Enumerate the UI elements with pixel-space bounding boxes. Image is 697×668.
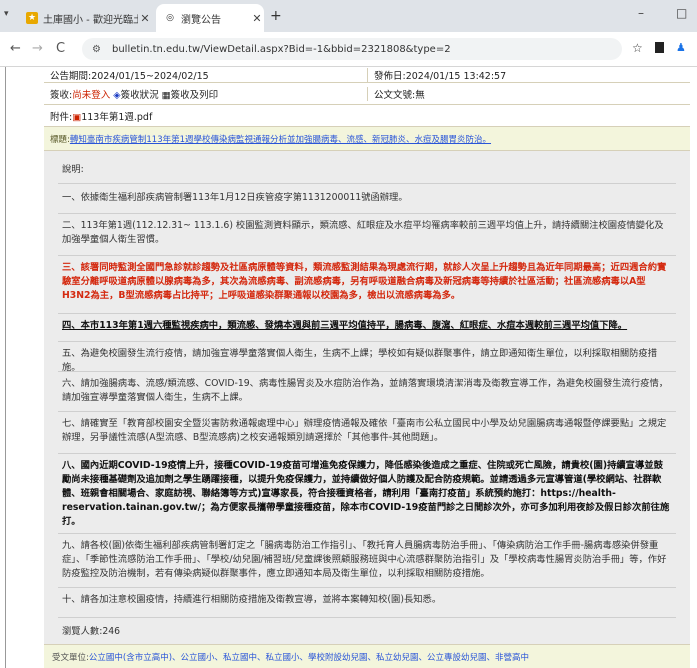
divider xyxy=(58,341,676,342)
minimize-button[interactable]: – xyxy=(638,6,644,20)
bookmark-star-icon[interactable]: ☆ xyxy=(632,41,643,55)
url-text: bulletin.tn.edu.tw/ViewDetail.aspx?Bid=-… xyxy=(112,43,451,55)
attachment-cell: 附件:▣113年第1週.pdf xyxy=(44,109,152,123)
notice-body: 說明: 一、依據衛生福利部疾病管制署113年1月12日疾管疫字第11312000… xyxy=(44,151,690,645)
paragraph-1: 一、依據衛生福利部疾病管制署113年1月12日疾管疫字第1131200011號函… xyxy=(62,192,408,203)
divider xyxy=(58,213,676,214)
sign-status-link[interactable]: 簽收狀況 xyxy=(121,90,159,101)
divider xyxy=(58,255,676,256)
globe-icon: ◎ xyxy=(166,13,174,23)
tab-strip: ▾ ★ 土庫國小 - 歡迎光臨土庫國小 ✕ ◎ 瀏覽公告 ✕ + – □ xyxy=(0,0,697,32)
period-text: 公告期間:2024/01/15~2024/02/15 xyxy=(50,70,209,82)
pdf-icon: ▣ xyxy=(72,111,82,123)
paragraph-7: 七、請確實至「教育部校園安全暨災害防救通報處理中心」辦理疫情通報及確依「臺南市公… xyxy=(62,418,667,443)
audience-row: 受文單位: 公立國中(含市立高中)、公立國小、私立國中、私立國小、學校附設幼兒園… xyxy=(44,644,690,668)
paragraph-9: 九、請各校(園)依衛生福利部疾病管制署訂定之「腸病毒防治工作指引」、「教托育人員… xyxy=(62,540,667,579)
new-tab-button[interactable]: + xyxy=(270,8,282,24)
login-link[interactable]: 尚未登入 xyxy=(72,90,110,101)
paragraph-6: 六、請加強腸病毒、流感/類流感、COVID-19、病毒性腸胃炎及水痘防治作為，並… xyxy=(62,378,669,403)
paragraph-2: 二、113年第1週(112.12.31~ 113.1.6) 校園監測資料顯示，類… xyxy=(62,220,664,245)
paragraph-10: 十、請各加注意校園疫情，持續進行相關防疫措施及衛教宣導，並將本案轉知校(園)長知… xyxy=(62,594,442,605)
divider xyxy=(58,313,676,314)
sign-status-icon: ◈ xyxy=(113,89,121,101)
url-input[interactable]: ⚙ bulletin.tn.edu.tw/ViewDetail.aspx?Bid… xyxy=(82,38,622,60)
divider xyxy=(58,183,676,184)
topic-row: 標題:轉知臺南市疾病管制113年第1週學校傳染病監視通報分析並加強腸病毒、流感、… xyxy=(44,127,690,151)
divider xyxy=(58,371,676,372)
divider xyxy=(58,587,676,588)
divider xyxy=(58,411,676,412)
attachment-link[interactable]: 113年第1週.pdf xyxy=(81,112,152,123)
reload-icon[interactable]: C xyxy=(56,41,65,56)
sign-cell: 簽收:尚未登入 ◈簽收狀況 ▦簽收及列印 xyxy=(44,87,367,101)
tab-label: 土庫國小 - 歡迎光臨土庫國小 xyxy=(43,14,138,26)
meta-row-sign: 簽收:尚未登入 ◈簽收狀況 ▦簽收及列印 公文文號:無 xyxy=(44,83,690,105)
attachment-label: 附件: xyxy=(50,111,73,123)
page-content: 公告期間:2024/01/15~2024/02/15 發佈日:2024/01/1… xyxy=(0,67,697,668)
meta-row-period: 公告期間:2024/01/15~2024/02/15 發佈日:2024/01/1… xyxy=(44,67,690,83)
published-text: 發佈日:2024/01/15 13:42:57 xyxy=(367,67,690,82)
school-favicon-icon: ★ xyxy=(26,12,38,24)
printer-icon: ▦ xyxy=(161,89,171,101)
sign-print-link[interactable]: 簽收及列印 xyxy=(171,90,219,101)
paragraph-8: 八、國內近期COVID-19疫情上升，接種COVID-19疫苗可增進免疫保護力，… xyxy=(62,460,670,527)
attachment-row: 附件:▣113年第1週.pdf xyxy=(44,105,690,127)
back-arrow-icon[interactable]: ← xyxy=(10,41,21,56)
description-label: 說明: xyxy=(62,164,84,175)
divider xyxy=(5,67,6,668)
sign-label: 簽收: xyxy=(50,89,73,101)
topic-label: 標題: xyxy=(50,134,70,145)
tab-bulletin[interactable]: ◎ 瀏覽公告 ✕ xyxy=(156,4,264,32)
tab-search-icon[interactable]: ▾ xyxy=(4,9,9,19)
view-count: 瀏覽人數:246 xyxy=(62,626,121,637)
profile-icon[interactable]: ♟ xyxy=(676,41,686,54)
tab-school[interactable]: ★ 土庫國小 - 歡迎光臨土庫國小 ✕ xyxy=(20,4,152,32)
topic-text: 轉知臺南市疾病管制113年第1週學校傳染病監視通報分析並加強腸病毒、流感、新冠肺… xyxy=(69,134,492,145)
forward-arrow-icon[interactable]: → xyxy=(32,41,43,56)
address-bar-row: ← → C ⚙ bulletin.tn.edu.tw/ViewDetail.as… xyxy=(0,32,697,67)
close-icon[interactable]: ✕ xyxy=(250,12,264,25)
close-icon[interactable]: ✕ xyxy=(138,12,152,25)
maximize-button[interactable]: □ xyxy=(676,6,687,20)
audience-label: 受文單位: xyxy=(52,652,89,663)
tab-label: 瀏覽公告 xyxy=(181,14,221,26)
topic-cell: 標題:轉知臺南市疾病管制113年第1週學校傳染病監視通報分析並加強腸病毒、流感、… xyxy=(44,133,491,145)
divider xyxy=(58,617,676,618)
audience-list: 公立國中(含市立高中)、公立國小、私立國中、私立國小、學校附設幼兒園、私立幼兒園… xyxy=(88,652,530,663)
paragraph-3: 三、該署同時監測全國門急診就診趨勢及社區病原體等資料，類流感監測結果為現處流行期… xyxy=(62,262,667,301)
extensions-icon[interactable] xyxy=(655,42,664,53)
divider xyxy=(58,533,676,534)
paragraph-4: 四、本市113年第1週六種監視疾病中，類流感、發燒本週與前三週平均值持平，腸病毒… xyxy=(62,320,628,331)
doc-number: 公文文號:無 xyxy=(367,86,690,101)
divider xyxy=(58,453,676,454)
site-info-icon[interactable]: ⚙ xyxy=(92,44,106,55)
